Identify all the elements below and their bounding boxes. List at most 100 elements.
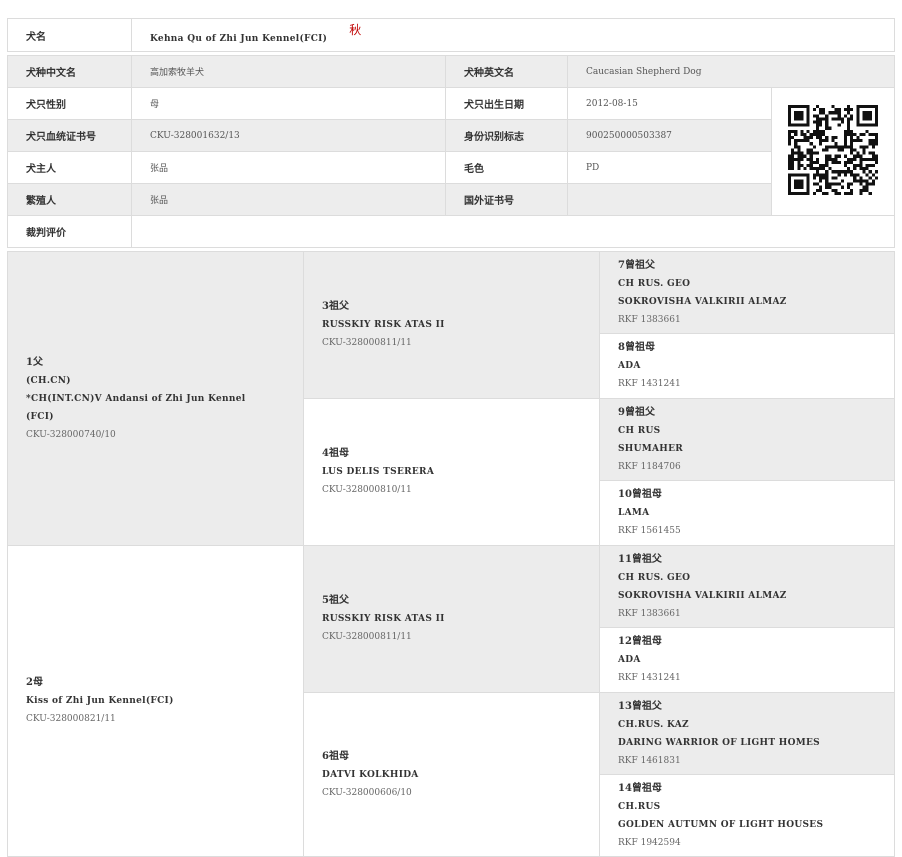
relation-label: 9曾祖父 [618,406,655,418]
qr-code-image [788,104,878,195]
foreign-cert-value [567,183,772,216]
dog-title: ADA [618,655,641,665]
dog-info-table: 犬种中文名 高加索牧羊犬 犬种英文名 Caucasian Shepherd Do… [7,55,895,248]
info-row-owner: 犬主人 张品 毛色 PD [7,151,895,184]
dog-title: ADA [618,361,641,371]
color-label: 毛色 [445,151,568,184]
dog-name-table: 犬名 Kehna Qu of Zhi Jun Kennel(FCI) 秋 [7,18,895,52]
pedigree-grandparent-5: 5祖父 RUSSKIY RISK ATAS II CKU-328000811/1… [303,545,600,693]
foreign-cert-label: 国外证书号 [445,183,568,216]
relation-label: 7曾祖父 [618,259,655,271]
registration-number: RKF 1383661 [618,314,681,325]
dog-title: LAMA [618,508,650,518]
dog-title: CH RUS. GEO [618,278,691,289]
dog-title: GOLDEN AUTUMN OF LIGHT HOUSES [618,819,824,830]
pedigree-great-grandparent-10: 10曾祖母 LAMA RKF 1561455 [599,480,895,546]
relation-label: 2母 [26,677,43,688]
color-value: PD [567,151,772,184]
pedigree-table: 1父 (CH.CN) *CH(INT.CN)V Andansi of Zhi J… [7,251,895,857]
relation-label: 12曾祖母 [618,636,662,647]
dog-title: SOKROVISHA VALKIRII ALMAZ [618,590,787,601]
pedigree-parent-dam: 2母 Kiss of Zhi Jun Kennel(FCI) CKU-32800… [7,545,304,857]
relation-label: 11曾祖父 [618,553,662,565]
chip-value: 900250000503387 [567,119,772,152]
dog-title: CH.RUS. KAZ [618,719,689,730]
relation-label: 4祖母 [322,448,349,459]
owner-label: 犬主人 [7,151,132,184]
dog-title: CH RUS [618,425,661,436]
dog-title: RUSSKIY RISK ATAS II [322,320,445,330]
dog-title: SOKROVISHA VALKIRII ALMAZ [618,296,787,307]
info-row-sex: 犬只性别 母 犬只出生日期 2012-08-15 [7,87,895,216]
info-row-breed: 犬种中文名 高加索牧羊犬 犬种英文名 Caucasian Shepherd Do… [7,55,895,88]
pedigree-great-grandparent-13: 13曾祖父 CH.RUS. KAZ DARING WARRIOR OF LIGH… [599,692,895,775]
breed-en-label: 犬种英文名 [445,55,568,88]
dog-title: CH RUS. GEO [618,572,691,583]
registration-number: RKF 1431241 [618,379,681,389]
pedigree-great-grandparent-7: 7曾祖父 CH RUS. GEO SOKROVISHA VALKIRII ALM… [599,251,895,334]
dog-title: SHUMAHER [618,443,684,454]
registration-number: RKF 1942594 [618,837,681,848]
dog-title: RUSSKIY RISK ATAS II [322,614,445,624]
dog-title: Kiss of Zhi Jun Kennel(FCI) [26,696,174,706]
dog-title: LUS DELIS TSERERA [322,467,435,477]
pedigree-parent-sire: 1父 (CH.CN) *CH(INT.CN)V Andansi of Zhi J… [7,251,304,546]
registration-number: RKF 1431241 [618,673,681,683]
qr-code-cell [771,87,895,216]
relation-label: 13曾祖父 [618,700,662,712]
registration-number: CKU-328000810/11 [322,485,412,495]
judge-label: 裁判评价 [7,215,132,248]
breed-en-value: Caucasian Shepherd Dog [567,55,895,88]
dog-title: DATVI KOLKHIDA [322,769,419,780]
owner-value: 张品 [131,151,446,184]
pedigree-great-grandparent-9: 9曾祖父 CH RUS SHUMAHER RKF 1184706 [599,398,895,481]
dog-title: (FCI) [26,411,54,422]
dog-title: DARING WARRIOR OF LIGHT HOMES [618,737,820,748]
sex-label: 犬只性别 [7,87,132,120]
info-row-cert: 犬只血统证书号 CKU-328001632/13 身份识别标志 90025000… [7,119,895,152]
registration-number: CKU-328000740/10 [26,429,116,440]
pedigree-grandparent-6: 6祖母 DATVI KOLKHIDA CKU-328000606/10 [303,692,600,857]
relation-label: 14曾祖母 [618,782,662,794]
dog-name-value: Kehna Qu of Zhi Jun Kennel(FCI) [150,33,328,44]
info-row-judge: 裁判评价 [7,215,895,248]
relation-label: 1父 [26,356,43,368]
cert-label: 犬只血统证书号 [7,119,132,152]
registration-number: RKF 1184706 [618,461,681,472]
dog-name-tag: 秋 [349,22,362,37]
relation-label: 3祖父 [322,301,349,312]
pedigree-grandparent-4: 4祖母 LUS DELIS TSERERA CKU-328000810/11 [303,398,600,546]
birth-label: 犬只出生日期 [445,87,568,120]
registration-number: CKU-328000821/11 [26,714,116,724]
breed-cn-value: 高加索牧羊犬 [131,55,446,88]
dog-name-cell: Kehna Qu of Zhi Jun Kennel(FCI) 秋 [131,18,895,52]
dog-title: CH.RUS [618,801,661,812]
relation-label: 6祖母 [322,750,349,762]
breeder-label: 繁殖人 [7,183,132,216]
registration-number: RKF 1461831 [618,755,681,766]
registration-number: RKF 1561455 [618,526,681,536]
relation-label: 8曾祖母 [618,342,655,353]
birth-value: 2012-08-15 [567,87,772,120]
pedigree-great-grandparent-11: 11曾祖父 CH RUS. GEO SOKROVISHA VALKIRII AL… [599,545,895,628]
judge-value [131,215,895,248]
dog-name-row: 犬名 Kehna Qu of Zhi Jun Kennel(FCI) 秋 [7,18,895,52]
pedigree-great-grandparent-12: 12曾祖母 ADA RKF 1431241 [599,627,895,693]
info-row-breeder: 繁殖人 张品 国外证书号 [7,183,895,216]
dog-title: *CH(INT.CN)V Andansi of Zhi Jun Kennel [26,393,246,404]
relation-label: 10曾祖母 [618,489,662,500]
pedigree-great-grandparent-14: 14曾祖母 CH.RUS GOLDEN AUTUMN OF LIGHT HOUS… [599,774,895,857]
breeder-value: 张品 [131,183,446,216]
registration-number: CKU-328000811/11 [322,632,412,642]
breed-cn-label: 犬种中文名 [7,55,132,88]
dog-title: (CH.CN) [26,375,71,386]
registration-number: CKU-328000811/11 [322,338,412,348]
sex-value: 母 [131,87,446,120]
pedigree-grandparent-3: 3祖父 RUSSKIY RISK ATAS II CKU-328000811/1… [303,251,600,399]
relation-label: 5祖父 [322,595,349,606]
cert-value: CKU-328001632/13 [131,119,446,152]
chip-label: 身份识别标志 [445,119,568,152]
dog-name-label: 犬名 [7,18,132,52]
registration-number: CKU-328000606/10 [322,787,412,798]
pedigree-great-grandparent-8: 8曾祖母 ADA RKF 1431241 [599,333,895,399]
